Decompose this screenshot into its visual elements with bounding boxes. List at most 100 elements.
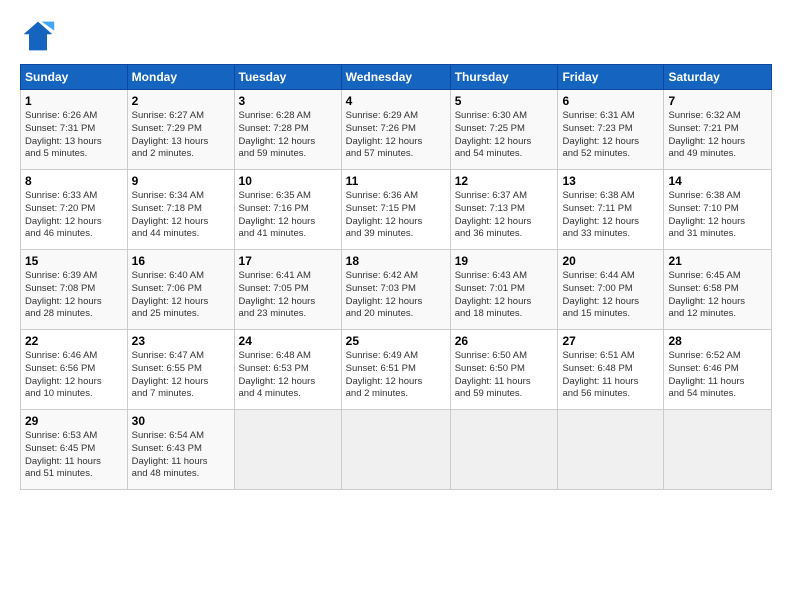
calendar-day-header: Sunday <box>21 65 128 90</box>
day-number: 16 <box>132 254 230 268</box>
day-info: Sunrise: 6:38 AMSunset: 7:10 PMDaylight:… <box>668 190 767 241</box>
calendar-day-cell: 27 Sunrise: 6:51 AMSunset: 6:48 PMDayligh… <box>558 330 664 410</box>
calendar-day-cell: 17 Sunrise: 6:41 AMSunset: 7:05 PMDayligh… <box>234 250 341 330</box>
calendar-day-cell: 9 Sunrise: 6:34 AMSunset: 7:18 PMDaylight… <box>127 170 234 250</box>
calendar-day-cell: 19Sunrise: 6:43 AMSunset: 7:01 PMDayligh… <box>450 250 558 330</box>
day-number: 25 <box>346 334 446 348</box>
day-number: 4 <box>346 94 446 108</box>
day-number: 24 <box>239 334 337 348</box>
day-info: Sunrise: 6:34 AMSunset: 7:18 PMDaylight:… <box>132 190 230 241</box>
calendar-day-cell: 24 Sunrise: 6:48 AMSunset: 6:53 PMDayligh… <box>234 330 341 410</box>
calendar-day-cell: 3 Sunrise: 6:28 AMSunset: 7:28 PMDaylight… <box>234 90 341 170</box>
calendar-header-row: SundayMondayTuesdayWednesdayThursdayFrid… <box>21 65 772 90</box>
logo-icon <box>20 18 56 54</box>
day-info: Sunrise: 6:30 AMSunset: 7:25 PMDaylight:… <box>455 110 554 161</box>
calendar-day-cell: 4Sunrise: 6:29 AMSunset: 7:26 PMDaylight… <box>341 90 450 170</box>
day-number: 19 <box>455 254 554 268</box>
calendar-day-cell: 7 Sunrise: 6:32 AMSunset: 7:21 PMDaylight… <box>664 90 772 170</box>
day-info: Sunrise: 6:51 AMSunset: 6:48 PMDaylight:… <box>562 350 659 401</box>
day-info: Sunrise: 6:28 AMSunset: 7:28 PMDaylight:… <box>239 110 337 161</box>
calendar-day-cell <box>558 410 664 490</box>
calendar-day-cell: 22 Sunrise: 6:46 AMSunset: 6:56 PMDayligh… <box>21 330 128 410</box>
day-info: Sunrise: 6:31 AMSunset: 7:23 PMDaylight:… <box>562 110 659 161</box>
day-info: Sunrise: 6:39 AMSunset: 7:08 PMDaylight:… <box>25 270 123 321</box>
calendar-day-cell: 6 Sunrise: 6:31 AMSunset: 7:23 PMDaylight… <box>558 90 664 170</box>
calendar-day-cell: 18Sunrise: 6:42 AMSunset: 7:03 PMDayligh… <box>341 250 450 330</box>
day-number: 3 <box>239 94 337 108</box>
calendar-day-cell: 26 Sunrise: 6:50 AMSunset: 6:50 PMDayligh… <box>450 330 558 410</box>
calendar-day-cell: 15 Sunrise: 6:39 AMSunset: 7:08 PMDayligh… <box>21 250 128 330</box>
day-number: 2 <box>132 94 230 108</box>
day-info: Sunrise: 6:52 AMSunset: 6:46 PMDaylight:… <box>668 350 767 401</box>
day-info: Sunrise: 6:36 AMSunset: 7:15 PMDaylight:… <box>346 190 446 241</box>
day-number: 13 <box>562 174 659 188</box>
calendar-day-cell: 5 Sunrise: 6:30 AMSunset: 7:25 PMDaylight… <box>450 90 558 170</box>
calendar-week-row: 8 Sunrise: 6:33 AMSunset: 7:20 PMDaylight… <box>21 170 772 250</box>
day-number: 12 <box>455 174 554 188</box>
calendar-day-cell <box>234 410 341 490</box>
day-info: Sunrise: 6:35 AMSunset: 7:16 PMDaylight:… <box>239 190 337 241</box>
day-number: 28 <box>668 334 767 348</box>
calendar-week-row: 29Sunrise: 6:53 AMSunset: 6:45 PMDayligh… <box>21 410 772 490</box>
day-number: 17 <box>239 254 337 268</box>
calendar-table: SundayMondayTuesdayWednesdayThursdayFrid… <box>20 64 772 490</box>
day-info: Sunrise: 6:50 AMSunset: 6:50 PMDaylight:… <box>455 350 554 401</box>
day-number: 5 <box>455 94 554 108</box>
day-number: 26 <box>455 334 554 348</box>
day-number: 20 <box>562 254 659 268</box>
day-info: Sunrise: 6:33 AMSunset: 7:20 PMDaylight:… <box>25 190 123 241</box>
day-number: 15 <box>25 254 123 268</box>
day-number: 14 <box>668 174 767 188</box>
calendar-week-row: 15 Sunrise: 6:39 AMSunset: 7:08 PMDayligh… <box>21 250 772 330</box>
calendar-day-cell: 10Sunrise: 6:35 AMSunset: 7:16 PMDayligh… <box>234 170 341 250</box>
day-number: 8 <box>25 174 123 188</box>
day-info: Sunrise: 6:26 AMSunset: 7:31 PMDaylight:… <box>25 110 123 161</box>
day-number: 30 <box>132 414 230 428</box>
calendar-day-cell: 1Sunrise: 6:26 AMSunset: 7:31 PMDaylight… <box>21 90 128 170</box>
calendar-day-cell: 8 Sunrise: 6:33 AMSunset: 7:20 PMDaylight… <box>21 170 128 250</box>
day-info: Sunrise: 6:49 AMSunset: 6:51 PMDaylight:… <box>346 350 446 401</box>
calendar-day-cell: 11 Sunrise: 6:36 AMSunset: 7:15 PMDayligh… <box>341 170 450 250</box>
day-number: 9 <box>132 174 230 188</box>
day-number: 7 <box>668 94 767 108</box>
day-info: Sunrise: 6:40 AMSunset: 7:06 PMDaylight:… <box>132 270 230 321</box>
calendar-day-header: Friday <box>558 65 664 90</box>
calendar-day-cell <box>341 410 450 490</box>
logo <box>20 18 60 54</box>
day-number: 29 <box>25 414 123 428</box>
day-info: Sunrise: 6:27 AMSunset: 7:29 PMDaylight:… <box>132 110 230 161</box>
calendar-day-cell: 23Sunrise: 6:47 AMSunset: 6:55 PMDayligh… <box>127 330 234 410</box>
calendar-day-header: Saturday <box>664 65 772 90</box>
day-info: Sunrise: 6:45 AMSunset: 6:58 PMDaylight:… <box>668 270 767 321</box>
calendar-day-header: Tuesday <box>234 65 341 90</box>
calendar-week-row: 1Sunrise: 6:26 AMSunset: 7:31 PMDaylight… <box>21 90 772 170</box>
page: SundayMondayTuesdayWednesdayThursdayFrid… <box>0 0 792 500</box>
day-info: Sunrise: 6:32 AMSunset: 7:21 PMDaylight:… <box>668 110 767 161</box>
day-info: Sunrise: 6:48 AMSunset: 6:53 PMDaylight:… <box>239 350 337 401</box>
calendar-day-cell <box>450 410 558 490</box>
day-info: Sunrise: 6:54 AMSunset: 6:43 PMDaylight:… <box>132 430 230 481</box>
day-info: Sunrise: 6:38 AMSunset: 7:11 PMDaylight:… <box>562 190 659 241</box>
calendar-day-cell: 25 Sunrise: 6:49 AMSunset: 6:51 PMDayligh… <box>341 330 450 410</box>
day-info: Sunrise: 6:47 AMSunset: 6:55 PMDaylight:… <box>132 350 230 401</box>
calendar-day-cell: 14 Sunrise: 6:38 AMSunset: 7:10 PMDayligh… <box>664 170 772 250</box>
day-info: Sunrise: 6:42 AMSunset: 7:03 PMDaylight:… <box>346 270 446 321</box>
day-info: Sunrise: 6:46 AMSunset: 6:56 PMDaylight:… <box>25 350 123 401</box>
calendar-day-cell: 30 Sunrise: 6:54 AMSunset: 6:43 PMDayligh… <box>127 410 234 490</box>
calendar-day-cell: 29Sunrise: 6:53 AMSunset: 6:45 PMDayligh… <box>21 410 128 490</box>
day-info: Sunrise: 6:37 AMSunset: 7:13 PMDaylight:… <box>455 190 554 241</box>
day-number: 11 <box>346 174 446 188</box>
calendar-day-cell: 16 Sunrise: 6:40 AMSunset: 7:06 PMDayligh… <box>127 250 234 330</box>
calendar-day-header: Monday <box>127 65 234 90</box>
calendar-day-header: Thursday <box>450 65 558 90</box>
calendar-day-cell: 20Sunrise: 6:44 AMSunset: 7:00 PMDayligh… <box>558 250 664 330</box>
day-number: 6 <box>562 94 659 108</box>
calendar-day-cell: 28 Sunrise: 6:52 AMSunset: 6:46 PMDayligh… <box>664 330 772 410</box>
calendar-day-header: Wednesday <box>341 65 450 90</box>
day-number: 27 <box>562 334 659 348</box>
calendar-day-cell <box>664 410 772 490</box>
day-number: 22 <box>25 334 123 348</box>
calendar-day-cell: 2 Sunrise: 6:27 AMSunset: 7:29 PMDaylight… <box>127 90 234 170</box>
calendar-day-cell: 12 Sunrise: 6:37 AMSunset: 7:13 PMDayligh… <box>450 170 558 250</box>
day-info: Sunrise: 6:41 AMSunset: 7:05 PMDaylight:… <box>239 270 337 321</box>
